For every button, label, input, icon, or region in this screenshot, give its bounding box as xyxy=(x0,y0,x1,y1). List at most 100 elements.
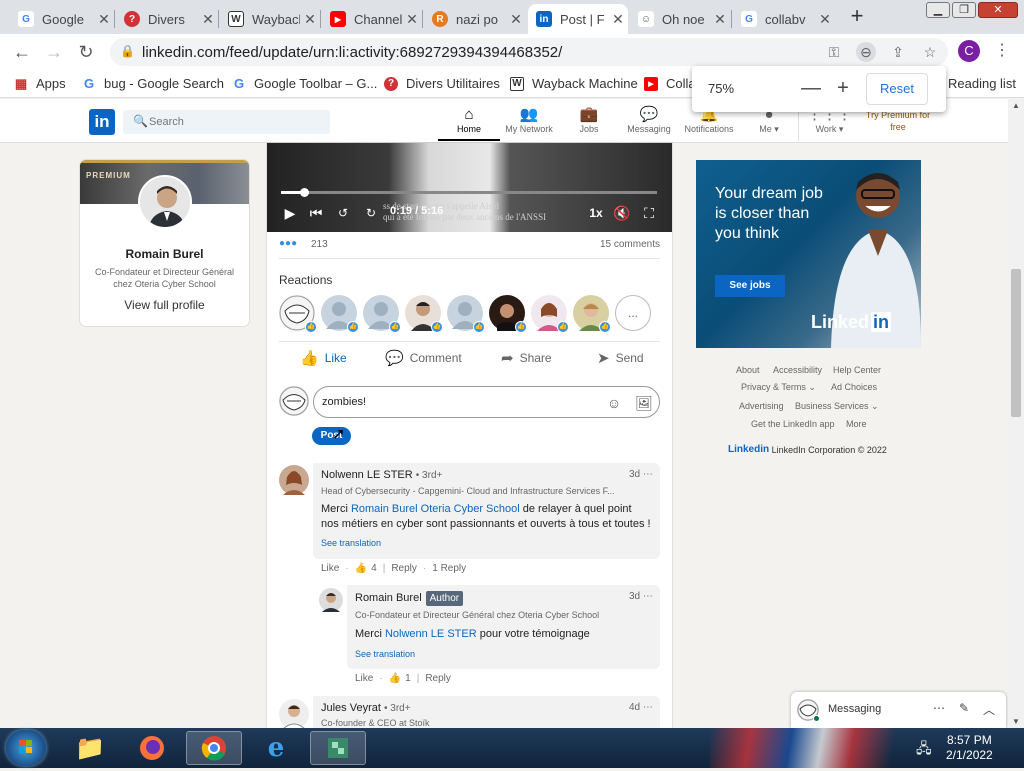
mention-link[interactable]: Romain Burel Oteria Cyber School xyxy=(351,503,520,515)
video-progress-bar[interactable] xyxy=(281,188,657,197)
nav-messaging[interactable]: 💬 Messaging xyxy=(618,105,680,141)
footer-link[interactable]: Help Center xyxy=(833,365,881,375)
url-text[interactable]: linkedin.com/feed/update/urn:li:activity… xyxy=(142,44,562,61)
tab-wayback[interactable]: W Wayback ✕ xyxy=(220,4,320,34)
taskbar-firefox[interactable] xyxy=(124,731,180,765)
bookmark-google-toolbar[interactable]: G Google Toolbar – G... xyxy=(232,76,377,91)
nav-home[interactable]: ⌂ Home xyxy=(438,105,500,141)
comment-reply-button[interactable]: Reply xyxy=(425,673,451,684)
rewind-10-icon[interactable]: ↺ xyxy=(333,203,353,223)
footer-link[interactable]: Privacy & Terms ⌄ xyxy=(741,382,816,393)
mention-link[interactable]: Nolwenn LE STER xyxy=(385,628,477,640)
skip-back-icon[interactable]: ⏮ xyxy=(307,203,325,223)
bookmark-divers[interactable]: ? Divers Utilitaires xyxy=(384,76,500,91)
commenter-name[interactable]: Jules Veyrat • 3rd+ xyxy=(321,702,411,714)
bookmark-wayback[interactable]: W Wayback Machine xyxy=(510,76,638,91)
image-icon[interactable]: 🖼 xyxy=(634,393,654,413)
tab-reddit[interactable]: R nazi po ✕ xyxy=(424,4,526,34)
nav-my-network[interactable]: 👥 My Network xyxy=(498,105,560,141)
new-tab-button[interactable]: + xyxy=(844,4,870,30)
start-button[interactable] xyxy=(6,730,46,766)
more-options-icon[interactable]: ⋯ xyxy=(643,469,653,480)
see-jobs-button[interactable]: See jobs xyxy=(715,275,785,297)
zoom-in-button[interactable]: + xyxy=(830,76,856,102)
search-box[interactable]: 🔍 xyxy=(123,110,330,134)
send-button[interactable]: ➤ Send xyxy=(597,349,644,367)
taskbar-ie[interactable]: e xyxy=(248,731,304,765)
reactions-icon[interactable]: ●●● xyxy=(279,238,297,249)
comments-count[interactable]: 15 comments xyxy=(600,239,660,250)
comment-like-button[interactable]: Like xyxy=(321,563,339,574)
footer-link[interactable]: Advertising xyxy=(739,401,784,411)
playback-speed-button[interactable]: 1x xyxy=(585,203,607,223)
reload-button[interactable]: ↻ xyxy=(74,40,98,64)
scroll-up-icon[interactable]: ▲ xyxy=(1012,101,1020,110)
comment-like-button[interactable]: Like xyxy=(355,673,373,684)
forward-button[interactable]: → xyxy=(42,40,66,64)
see-translation-link[interactable]: See translation xyxy=(355,649,415,659)
comment-button[interactable]: 💬 Comment xyxy=(385,349,462,367)
commenter-avatar[interactable] xyxy=(279,465,309,495)
address-bar[interactable]: 🔒 linkedin.com/feed/update/urn:li:activi… xyxy=(110,38,948,66)
tab-channel[interactable]: ▶ Channel ✕ xyxy=(322,4,422,34)
close-icon[interactable]: ✕ xyxy=(710,11,730,28)
more-options-icon[interactable]: ⋯ xyxy=(643,591,653,602)
more-options-icon[interactable]: ⋯ xyxy=(933,701,945,715)
share-button[interactable]: ➦ Share xyxy=(501,349,552,367)
emoji-icon[interactable]: ☺ xyxy=(604,393,624,413)
profile-name[interactable]: Romain Burel xyxy=(80,247,249,261)
close-icon[interactable]: ✕ xyxy=(608,11,628,28)
taskbar-explorer[interactable]: 📁 xyxy=(62,731,118,765)
bookmark-bug-search[interactable]: Gbug - Google Search xyxy=(82,76,224,91)
star-icon[interactable]: ☆ xyxy=(920,42,940,62)
back-button[interactable]: ← xyxy=(10,40,34,64)
compose-icon[interactable]: ✎ xyxy=(959,701,969,715)
profile-avatar[interactable] xyxy=(138,175,192,229)
clock[interactable]: 8:57 PM 2/1/2022 xyxy=(946,733,993,763)
like-count[interactable]: 1 xyxy=(405,673,411,684)
key-icon[interactable]: ⚿ xyxy=(824,42,844,62)
reaction-count[interactable]: 213 xyxy=(311,239,328,250)
reactor-avatar[interactable]: 👍 xyxy=(279,295,317,333)
try-premium-link[interactable]: Try Premium for free xyxy=(862,109,934,133)
network-icon[interactable]: 🖧 xyxy=(916,738,932,762)
commenter-avatar[interactable] xyxy=(279,699,309,730)
fullscreen-icon[interactable]: ⛶ xyxy=(639,203,659,223)
minimize-button[interactable]: ▁ xyxy=(926,2,950,18)
commenter-name[interactable]: Nolwenn LE STER • 3rd+ xyxy=(321,469,442,481)
tab-divers[interactable]: ? Divers ✕ xyxy=(116,4,218,34)
messaging-bar[interactable]: Messaging ⋯ ✎ ︿ xyxy=(791,692,1006,728)
mute-icon[interactable]: 🔇 xyxy=(611,203,633,223)
close-icon[interactable]: ✕ xyxy=(506,11,526,28)
profile-avatar[interactable]: C xyxy=(958,40,980,62)
zoom-out-button[interactable]: — xyxy=(798,76,824,102)
reactor-avatar[interactable]: 👍 xyxy=(573,295,611,333)
footer-link[interactable]: More xyxy=(846,419,867,429)
comment-input[interactable] xyxy=(322,393,592,411)
taskbar-app[interactable] xyxy=(310,731,366,765)
search-input[interactable] xyxy=(149,113,319,131)
see-translation-link[interactable]: See translation xyxy=(321,538,381,548)
close-icon[interactable]: ✕ xyxy=(402,11,422,28)
footer-link[interactable]: Accessibility xyxy=(773,365,822,375)
page-scrollbar[interactable]: ▲ ▼ xyxy=(1008,99,1024,728)
tab-oh-noe[interactable]: ☺ Oh noe ✕ xyxy=(630,4,730,34)
scrollbar-thumb[interactable] xyxy=(1011,269,1021,417)
close-icon[interactable]: ✕ xyxy=(300,11,320,28)
close-window-button[interactable]: ✕ xyxy=(978,2,1018,18)
close-icon[interactable]: ✕ xyxy=(198,11,218,28)
lock-icon[interactable]: 🔒 xyxy=(120,44,135,58)
commenter-name[interactable]: Romain Burel Author xyxy=(355,591,464,606)
chevron-up-icon[interactable]: ︿ xyxy=(983,701,995,718)
bookmark-collab[interactable]: ▶ Colla xyxy=(644,76,696,91)
replies-count[interactable]: 1 Reply xyxy=(432,563,466,574)
footer-link[interactable]: Business Services ⌄ xyxy=(795,401,879,412)
more-reactions-button[interactable]: ... xyxy=(615,295,651,331)
zoom-icon[interactable]: ⊖ xyxy=(856,42,876,62)
more-options-icon[interactable]: ⋯ xyxy=(643,702,653,713)
video-player[interactable]: ss de start-up qui s'appelle Alsid qui a … xyxy=(267,143,672,232)
reactor-avatar[interactable]: 👍 xyxy=(447,295,485,333)
like-count[interactable]: 4 xyxy=(371,563,377,574)
linkedin-logo[interactable]: in xyxy=(89,109,115,135)
job-ad[interactable]: Your dream job is closer than you think … xyxy=(696,160,921,348)
